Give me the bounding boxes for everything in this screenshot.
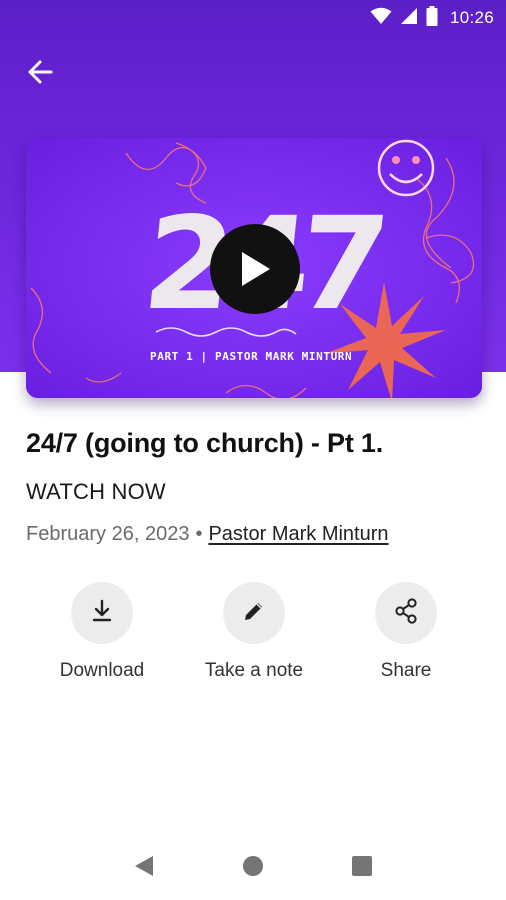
- square-recents-icon: [351, 855, 373, 882]
- circle-home-icon: [242, 855, 264, 882]
- take-note-button[interactable]: Take a note: [178, 582, 330, 692]
- thumbnail-caption: PART 1 | PASTOR MARK MINTURN: [150, 350, 352, 363]
- nav-home-button[interactable]: [233, 848, 273, 888]
- system-nav-bar: [0, 836, 506, 900]
- take-note-circle[interactable]: [223, 582, 285, 644]
- video-date: February 26, 2023: [26, 523, 190, 545]
- share-icon: [393, 597, 419, 629]
- meta-separator: •: [195, 523, 203, 545]
- take-note-label: Take a note: [204, 660, 304, 681]
- play-icon: [238, 250, 272, 288]
- share-label: Share: [380, 660, 432, 681]
- action-row: Download Take a note Share: [26, 582, 482, 692]
- video-thumbnail[interactable]: 247 PART 1 | PASTOR MARK MINTURN: [26, 138, 482, 398]
- nav-recents-button[interactable]: [342, 848, 382, 888]
- nav-back-button[interactable]: [124, 848, 164, 888]
- status-time: 10:26: [449, 8, 494, 27]
- pencil-icon: [242, 599, 266, 628]
- triangle-back-icon: [133, 854, 155, 883]
- video-title: 24/7 (going to church) - Pt 1.: [26, 428, 384, 458]
- share-button[interactable]: Share: [330, 582, 482, 692]
- back-button[interactable]: [18, 56, 62, 92]
- download-button[interactable]: Download: [26, 582, 178, 692]
- signal-icon: [400, 7, 418, 30]
- arrow-left-icon: [27, 60, 53, 89]
- status-bar: 10:26: [0, 0, 506, 36]
- video-meta: February 26, 2023 • Pastor Mark Minturn: [26, 523, 389, 546]
- download-label: Download: [59, 660, 145, 681]
- play-button[interactable]: [210, 224, 300, 314]
- battery-icon: [426, 5, 438, 31]
- wifi-icon: [370, 7, 392, 30]
- download-circle[interactable]: [71, 582, 133, 644]
- video-subtitle: WATCH NOW: [26, 479, 166, 504]
- download-icon: [89, 598, 115, 629]
- share-circle[interactable]: [375, 582, 437, 644]
- author-link[interactable]: Pastor Mark Minturn: [208, 523, 388, 546]
